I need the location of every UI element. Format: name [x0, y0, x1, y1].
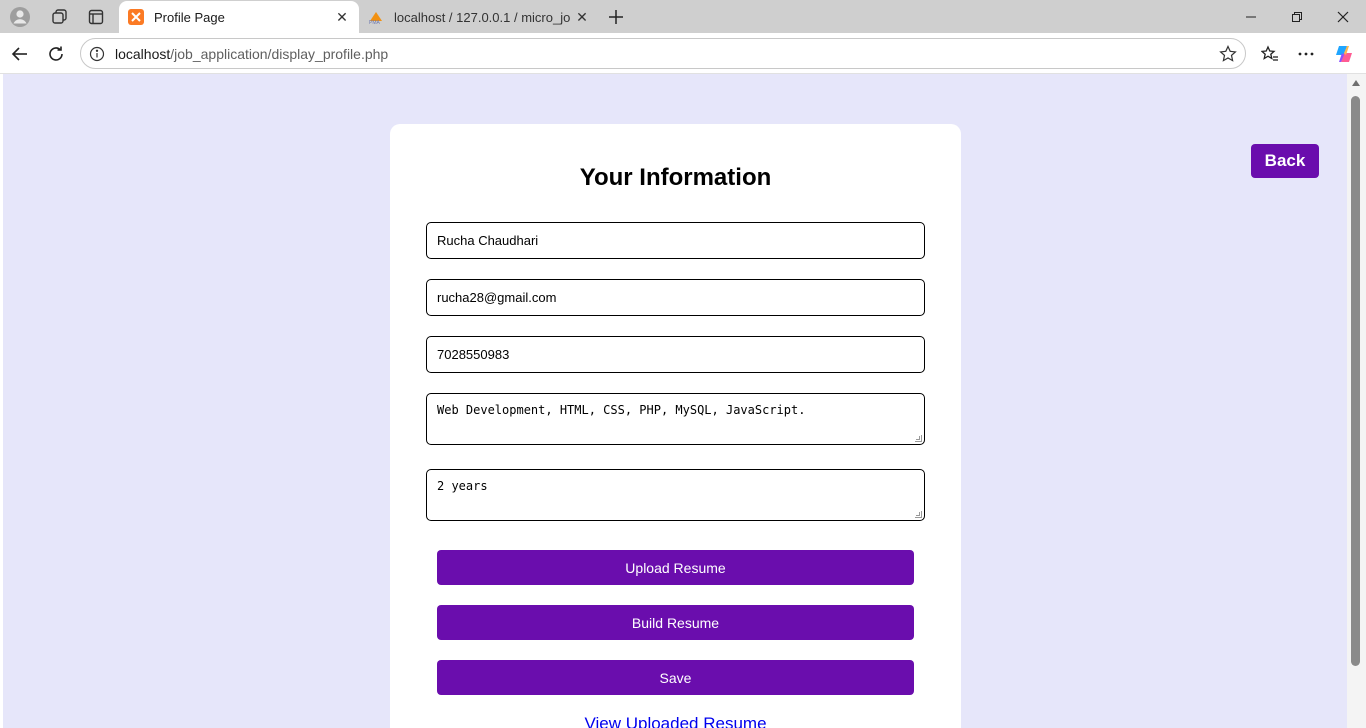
view-uploaded-resume-link[interactable]: View Uploaded Resume	[390, 714, 961, 728]
restore-icon[interactable]	[1274, 0, 1320, 33]
resize-handle-icon[interactable]	[915, 511, 922, 518]
url-host: localhost	[115, 45, 171, 62]
skills-textarea[interactable]: Web Development, HTML, CSS, PHP, MySQL, …	[426, 393, 925, 445]
save-button[interactable]: Save	[437, 660, 914, 695]
email-field[interactable]: rucha28@gmail.com	[426, 279, 925, 316]
upload-resume-button[interactable]: Upload Resume	[437, 550, 914, 585]
tab-title: localhost / 127.0.0.1 / micro_job /	[394, 9, 571, 25]
url-path: /job_application/display_profile.php	[170, 45, 389, 62]
experience-text: 2 years	[437, 479, 488, 493]
page-viewport: Back Your Information Rucha Chaudhari ru…	[3, 74, 1347, 728]
new-tab-icon[interactable]	[603, 4, 629, 30]
back-button[interactable]: Back	[1251, 144, 1319, 178]
more-options-icon[interactable]	[1291, 39, 1321, 69]
profile-card: Your Information Rucha Chaudhari rucha28…	[390, 124, 961, 728]
experience-textarea[interactable]: 2 years	[426, 469, 925, 521]
svg-text:PMA: PMA	[369, 20, 381, 25]
page-title: Your Information	[579, 164, 772, 191]
back-arrow-icon[interactable]	[5, 39, 35, 69]
close-window-icon[interactable]	[1320, 0, 1366, 33]
profile-icon[interactable]	[5, 4, 35, 30]
page-scrollbar[interactable]	[1347, 74, 1366, 728]
xampp-icon	[128, 9, 144, 25]
url-text: localhost/job_application/display_profil…	[115, 46, 388, 62]
refresh-icon[interactable]	[41, 39, 71, 69]
workspaces-icon[interactable]	[45, 4, 75, 30]
scrollbar-thumb[interactable]	[1351, 96, 1360, 666]
site-info-icon[interactable]	[89, 46, 105, 62]
phone-field[interactable]: 7028550983	[426, 336, 925, 373]
resize-handle-icon[interactable]	[915, 435, 922, 442]
favorite-star-icon[interactable]	[1219, 45, 1237, 63]
minimize-icon[interactable]	[1228, 0, 1274, 33]
close-tab-icon[interactable]: ✕	[331, 6, 353, 28]
browser-toolbar: localhost/job_application/display_profil…	[0, 33, 1366, 74]
tab-profile-page[interactable]: Profile Page ✕	[119, 1, 359, 33]
phpmyadmin-icon: PMA	[368, 9, 384, 25]
tab-phpmyadmin[interactable]: PMA localhost / 127.0.0.1 / micro_job / …	[359, 1, 599, 33]
scroll-up-icon[interactable]	[1352, 80, 1360, 86]
close-tab-icon[interactable]: ✕	[571, 6, 593, 28]
browser-tab-bar: Profile Page ✕ PMA localhost / 127.0.0.1…	[0, 0, 1366, 33]
address-bar[interactable]: localhost/job_application/display_profil…	[80, 38, 1246, 69]
copilot-icon[interactable]	[1329, 39, 1359, 69]
build-resume-button[interactable]: Build Resume	[437, 605, 914, 640]
favorites-icon[interactable]	[1255, 39, 1285, 69]
skills-text: Web Development, HTML, CSS, PHP, MySQL, …	[437, 403, 806, 417]
name-field[interactable]: Rucha Chaudhari	[426, 222, 925, 259]
vertical-tabs-icon[interactable]	[81, 4, 111, 30]
tab-title: Profile Page	[154, 9, 225, 25]
